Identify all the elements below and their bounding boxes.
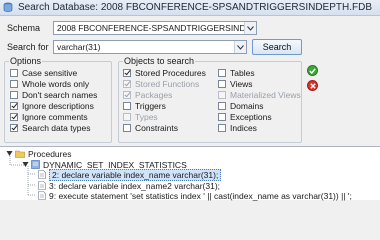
objects-group-title: Objects to search [123, 56, 196, 66]
schema-select[interactable]: 2008 FBCONFERENCE-SPSANDTRIGGERSINDEPTH.… [53, 21, 257, 35]
result-line-text: 9: execute statement 'set statistics ind… [49, 190, 352, 201]
search-for-label: Search for [7, 42, 49, 52]
search-database-icon [3, 2, 14, 13]
code-line-icon [38, 181, 46, 190]
checkbox[interactable] [10, 68, 18, 77]
checkbox-checked-disabled [123, 79, 131, 88]
option-ignore-descriptions[interactable]: Ignore descriptions [10, 100, 97, 111]
objects-column-1: Stored Procedures Stored Functions Packa… [123, 67, 206, 133]
procedures-folder-icon [15, 150, 25, 158]
code-line-icon [38, 170, 46, 179]
checkbox[interactable] [218, 101, 226, 110]
result-line[interactable]: 9: execute statement 'set statistics ind… [38, 190, 352, 201]
search-button[interactable]: Search [252, 39, 302, 55]
checkbox-disabled [123, 112, 131, 121]
option-search-data-types[interactable]: Search data types [10, 122, 97, 133]
object-materialized-views: Materialized Views [218, 89, 301, 100]
object-stored-functions: Stored Functions [123, 78, 206, 89]
checkbox[interactable] [218, 123, 226, 132]
checkbox[interactable] [123, 101, 131, 110]
search-input[interactable]: varchar(31) [57, 42, 100, 52]
checkbox-disabled [218, 90, 226, 99]
checkbox-checked[interactable] [10, 123, 18, 132]
option-dont-search-names[interactable]: Don't search names [10, 89, 97, 100]
checkbox[interactable] [218, 68, 226, 77]
object-types: Types [123, 111, 206, 122]
result-line-text: 3: declare variable index_name2 varchar(… [49, 180, 221, 191]
search-button-label: Search [262, 42, 292, 52]
object-domains[interactable]: Domains [218, 100, 301, 111]
schema-select-value: 2008 FBCONFERENCE-SPSANDTRIGGERSINDEPTH.… [57, 23, 256, 33]
object-tables[interactable]: Tables [218, 67, 301, 78]
object-triggers[interactable]: Triggers [123, 100, 206, 111]
schema-label: Schema [7, 23, 41, 33]
checkbox[interactable] [10, 90, 18, 99]
checkbox-checked[interactable] [10, 112, 18, 121]
checkbox-checked[interactable] [10, 101, 18, 110]
chevron-down-icon[interactable] [234, 41, 246, 53]
tree-node-procedures[interactable]: Procedures [6, 148, 71, 159]
object-views[interactable]: Views [218, 78, 301, 89]
results-tree[interactable]: Procedures DYNAMIC_SET_INDEX_STATISTICS … [0, 146, 380, 201]
object-packages: Packages [123, 89, 206, 100]
options-group-title: Options [9, 56, 43, 66]
checkbox[interactable] [218, 112, 226, 121]
object-exceptions[interactable]: Exceptions [218, 111, 301, 122]
chevron-down-icon[interactable] [244, 22, 256, 34]
options-list: Case sensitive Whole words only Don't se… [10, 67, 97, 133]
result-line-text: 2: declare variable index_name varchar(3… [49, 168, 222, 181]
checkbox-checked-disabled [123, 90, 131, 99]
checkbox-checked[interactable] [123, 68, 131, 77]
expander-minus-icon[interactable] [22, 161, 29, 168]
object-stored-procedures[interactable]: Stored Procedures [123, 67, 206, 78]
window-title-bar: Search Database: 2008 FBCONFERENCE-SPSAN… [0, 0, 380, 16]
procedure-icon [31, 160, 40, 169]
search-combobox[interactable]: varchar(31) [53, 40, 247, 54]
checkbox[interactable] [218, 79, 226, 88]
window-title: Search Database: 2008 FBCONFERENCE-SPSAN… [18, 2, 372, 13]
code-line-icon [38, 191, 46, 200]
object-indices[interactable]: Indices [218, 122, 301, 133]
checkbox[interactable] [123, 123, 131, 132]
option-case-sensitive[interactable]: Case sensitive [10, 67, 97, 78]
check-all-icon[interactable] [307, 65, 318, 76]
option-whole-words-only[interactable]: Whole words only [10, 78, 97, 89]
objects-column-2: Tables Views Materialized Views Domains … [218, 67, 301, 133]
option-ignore-comments[interactable]: Ignore comments [10, 111, 97, 122]
result-line[interactable]: 2: declare variable index_name varchar(3… [38, 168, 222, 181]
checkbox[interactable] [10, 79, 18, 88]
object-constraints[interactable]: Constraints [123, 122, 206, 133]
expander-minus-icon[interactable] [6, 150, 13, 157]
clear-all-icon[interactable] [307, 80, 318, 91]
tree-node-label: Procedures [28, 148, 72, 159]
